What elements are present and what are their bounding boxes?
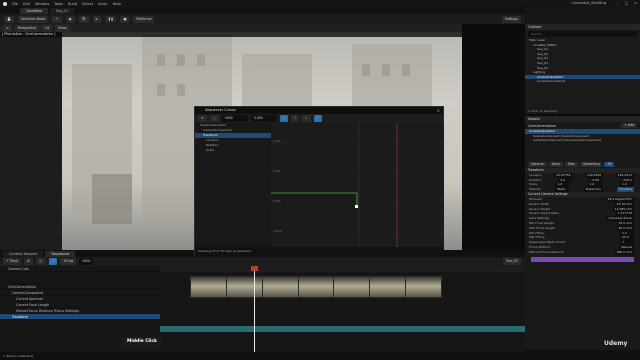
transform-track-bar[interactable] [160, 326, 525, 332]
seq-tool-button[interactable]: ⤢ [48, 258, 58, 265]
time-field[interactable]: 0.000 [250, 115, 277, 122]
curves-status: Showing 75 of 75 keys (1 selected) [195, 247, 444, 256]
y-axis-label: 0.000 [273, 200, 281, 203]
filter-tab-general[interactable]: General [528, 161, 547, 167]
outliner-panel: Outliner Search... Main Level CineMap_BP… [525, 24, 640, 114]
playhead-handle[interactable] [251, 266, 258, 271]
menu-window[interactable]: Window [35, 2, 49, 6]
menu-tools[interactable]: Tools [54, 2, 63, 6]
purple-color-swatch[interactable] [531, 256, 634, 262]
y-axis-label: 0.500 [273, 170, 281, 173]
minimize-icon[interactable]: – [613, 0, 622, 7]
curve-tool-button[interactable]: ⤢ [313, 115, 323, 122]
unreal-logo-icon [3, 1, 7, 6]
curve-tree-item[interactable]: Scale [195, 148, 271, 153]
y-axis-label: 1.000 [273, 140, 281, 143]
perspective-button[interactable]: Perspective [14, 24, 40, 32]
add-track-button[interactable]: + Track [3, 258, 22, 265]
tab-sequencer[interactable]: Sequencer [45, 251, 76, 257]
curve-tool-button[interactable]: ⌇ [291, 115, 299, 122]
menu-file[interactable]: File [12, 2, 18, 6]
add-content-button[interactable]: ＋ [52, 15, 62, 23]
current-time-field[interactable]: 0000 [79, 258, 94, 265]
curve-tool-button[interactable]: ↗ [279, 115, 289, 122]
sequencer-status: 7 items (1 selected) [0, 352, 525, 360]
add-component-button[interactable]: + Add [621, 123, 637, 128]
blueprint-button[interactable]: ▣ [65, 15, 75, 23]
project-name: Cinematic_Building [571, 1, 606, 5]
outliner-title: Outliner [525, 24, 640, 30]
menu-actor[interactable]: Actor [98, 2, 107, 6]
component-item[interactable]: CameraComponent (CineCameraComponent) [525, 138, 640, 143]
filter-tab-streaming[interactable]: Streaming [580, 161, 603, 167]
middle-click-hint: Middle Click [122, 337, 162, 347]
detail-row: Manual Focus Distance 300.0 mm [529, 249, 634, 255]
document-tabs: CamMain Seq_01 [0, 7, 525, 14]
outliner-header-strip [525, 7, 640, 24]
frame-field[interactable]: 0000 [221, 115, 248, 122]
sequencer-toolbar: + Track ⚙ 🎥 ⤢ 30 fps 0000 Sub_01 [0, 257, 525, 266]
playhead[interactable] [254, 266, 255, 352]
title-bar: File Edit Window Tools Build Select Acto… [0, 0, 640, 7]
menu-build[interactable]: Build [68, 2, 77, 6]
status-bar [525, 350, 640, 360]
viewport-toolbar: ≡ Perspective Lit Show [0, 24, 462, 32]
seq-tool-button[interactable]: 🎥 [35, 258, 46, 265]
filter-tab-misc[interactable]: Misc [564, 161, 579, 167]
tab-content-browser[interactable]: Content Browser [3, 251, 44, 257]
outliner-search-input[interactable]: Search... [528, 31, 637, 37]
y-axis-label: -0.500 [273, 230, 282, 233]
details-panel: Details CineCameraActor + Add CineCamera… [525, 116, 640, 360]
menu-edit[interactable]: Edit [23, 2, 30, 6]
viewport-menu-button[interactable]: ≡ [3, 24, 12, 32]
curve-graph-svg [271, 123, 444, 247]
outliner-item[interactable]: CineCameraActor2 [525, 79, 640, 84]
save-button[interactable]: 💾 [4, 15, 14, 23]
menu-help[interactable]: Help [113, 2, 121, 6]
curve-graph[interactable]: 1.000 0.500 0.000 -0.500 [271, 123, 444, 247]
outliner-count: 1 Actor (1 selected) [528, 109, 558, 113]
pilot-bar [0, 32, 462, 37]
curves-title: Sequencer Curves [195, 107, 443, 114]
time-ruler[interactable] [160, 266, 525, 272]
cinematics-button[interactable]: 🎬 [78, 15, 89, 23]
lit-button[interactable]: Lit [42, 24, 53, 32]
details-actor-name: CineCameraActor [528, 123, 556, 128]
curves-toolbar: ⟲ ⬚ 0000 0.000 ↗ ⌇ ∿ ⤢ [195, 114, 443, 123]
filter-tab-all[interactable]: All [604, 161, 615, 167]
curve-tool-button[interactable]: ⟲ [198, 115, 207, 122]
close-icon[interactable]: × [631, 0, 640, 7]
camera-cut-thumbnails [190, 276, 442, 298]
main-toolbar: 💾 Selection Mode ＋ ▣ 🎬 ▶ ❚❚ ■ Platforms … [0, 14, 525, 24]
platforms-button[interactable]: Platforms [133, 15, 155, 23]
curves-tree: CineCameraActor CameraComponent Transfor… [195, 123, 271, 247]
sequencer-curves-window: Sequencer Curves × ⟲ ⬚ 0000 0.000 ↗ ⌇ ∿ … [194, 106, 444, 256]
fps-button[interactable]: 30 fps [60, 258, 77, 265]
close-icon[interactable]: × [437, 108, 440, 113]
play-button[interactable]: ▶ [92, 15, 102, 23]
curve-tool-button[interactable]: ∿ [301, 115, 311, 122]
filter-tab-actor[interactable]: Actor [548, 161, 563, 167]
settings-button[interactable]: Settings [501, 15, 521, 23]
stop-button[interactable]: ■ [120, 15, 130, 23]
menu-select[interactable]: Select [82, 2, 93, 6]
selection-mode-button[interactable]: Selection Mode [17, 15, 49, 23]
maximize-icon[interactable]: □ [622, 0, 631, 7]
sequencer-timeline[interactable] [160, 266, 525, 352]
sequence-name: Sub_01 [503, 258, 521, 265]
pause-button[interactable]: ❚❚ [105, 15, 117, 23]
curve-tool-button[interactable]: ⬚ [209, 115, 219, 122]
pilot-label: [ Pilot Active - CineCameraActor ] [2, 32, 56, 36]
seq-tool-button[interactable]: ⚙ [24, 258, 33, 265]
show-button[interactable]: Show [55, 24, 70, 32]
sequencer-panel: Content Browser Sequencer + Track ⚙ 🎥 ⤢ … [0, 250, 525, 360]
udemy-watermark: Udemy [604, 340, 628, 347]
track-row-selected[interactable]: Transform [0, 314, 160, 320]
